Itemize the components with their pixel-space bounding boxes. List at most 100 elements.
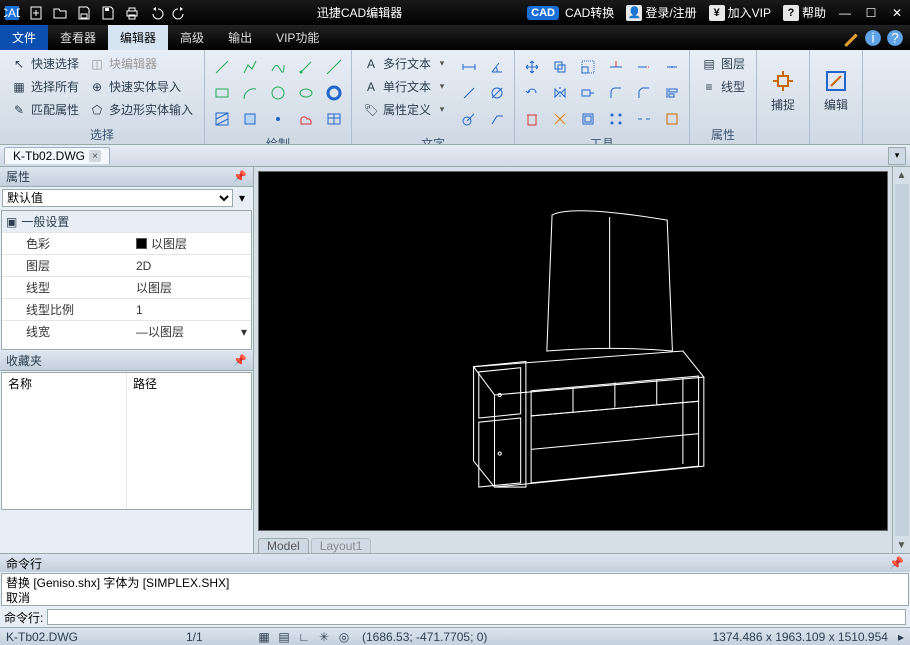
maximize-button[interactable]: ☐ xyxy=(858,2,884,24)
drawing-canvas[interactable] xyxy=(258,171,888,531)
menu-editor[interactable]: 编辑器 xyxy=(108,25,168,50)
explode-icon[interactable] xyxy=(549,108,571,130)
layout-tab[interactable]: Layout1 xyxy=(311,538,372,553)
help-link[interactable]: ?帮助 xyxy=(777,4,832,21)
property-category-general[interactable]: ▣一般设置 xyxy=(2,211,251,232)
quick-select-button[interactable]: ↖快速选择 xyxy=(6,52,84,75)
block-tool-icon[interactable] xyxy=(661,108,683,130)
model-tab[interactable]: Model xyxy=(258,538,309,553)
dim-angle-icon[interactable] xyxy=(486,56,508,78)
close-tab-icon[interactable]: × xyxy=(89,150,101,162)
leader-icon[interactable] xyxy=(486,108,508,130)
scroll-down-icon[interactable]: ▼ xyxy=(894,537,910,553)
attdef-button[interactable]: 🏷属性定义▾ xyxy=(358,98,454,121)
arc-icon[interactable] xyxy=(239,82,261,104)
spline-icon[interactable] xyxy=(267,56,289,78)
ray-icon[interactable] xyxy=(295,56,317,78)
prop-row-linetype[interactable]: 线型以图层 xyxy=(2,276,251,298)
menu-file[interactable]: 文件 xyxy=(0,25,48,50)
ellipse-icon[interactable] xyxy=(295,82,317,104)
extend-icon[interactable] xyxy=(633,56,655,78)
layer-button[interactable]: ▤图层 xyxy=(696,52,750,75)
menu-viewer[interactable]: 查看器 xyxy=(48,25,108,50)
scroll-up-icon[interactable]: ▲ xyxy=(894,167,910,183)
circle-icon[interactable] xyxy=(267,82,289,104)
grid-toggle-icon[interactable]: ▤ xyxy=(276,630,292,644)
dim-radius-icon[interactable] xyxy=(458,108,480,130)
menu-output[interactable]: 输出 xyxy=(216,25,264,50)
login-link[interactable]: 👤登录/注册 xyxy=(620,4,702,21)
pin-icon[interactable]: 📌 xyxy=(233,170,247,183)
open-icon[interactable] xyxy=(49,2,71,24)
close-button[interactable]: ✕ xyxy=(884,2,910,24)
property-selector[interactable]: 默认值 xyxy=(2,189,233,207)
app-logo-icon[interactable]: CAD xyxy=(1,2,23,24)
save-as-icon[interactable] xyxy=(97,2,119,24)
chamfer-icon[interactable] xyxy=(633,82,655,104)
mirror-icon[interactable] xyxy=(549,82,571,104)
redo-icon[interactable] xyxy=(169,2,191,24)
menu-advanced[interactable]: 高级 xyxy=(168,25,216,50)
command-log[interactable]: 替换 [Geniso.shx] 字体为 [SIMPLEX.SHX] 取消 xyxy=(1,573,909,606)
vip-link[interactable]: ¥加入VIP xyxy=(703,4,777,21)
help-icon[interactable]: ? xyxy=(886,29,904,47)
polar-toggle-icon[interactable]: ✳ xyxy=(316,630,332,644)
mtext-button[interactable]: A多行文本▾ xyxy=(358,52,454,75)
rotate-icon[interactable] xyxy=(521,82,543,104)
cloud-icon[interactable] xyxy=(295,108,317,130)
join-icon[interactable] xyxy=(661,56,683,78)
print-icon[interactable] xyxy=(121,2,143,24)
trim-icon[interactable] xyxy=(605,56,627,78)
array-icon[interactable] xyxy=(605,108,627,130)
offset-icon[interactable] xyxy=(577,108,599,130)
snap-toggle-icon[interactable]: ▦ xyxy=(256,630,272,644)
prop-row-layer[interactable]: 图层2D xyxy=(2,254,251,276)
dim-aligned-icon[interactable] xyxy=(458,82,480,104)
info-icon[interactable]: i xyxy=(864,29,882,47)
pin-icon[interactable]: 📌 xyxy=(889,556,904,570)
pencil-ruler-icon[interactable] xyxy=(842,29,860,47)
break-icon[interactable] xyxy=(633,108,655,130)
copy-icon[interactable] xyxy=(549,56,571,78)
dim-diameter-icon[interactable] xyxy=(486,82,508,104)
region-icon[interactable] xyxy=(239,108,261,130)
scroll-track[interactable] xyxy=(895,184,909,536)
new-icon[interactable] xyxy=(25,2,47,24)
align-icon[interactable] xyxy=(661,82,683,104)
pin-icon[interactable]: 📌 xyxy=(233,354,247,367)
prop-row-lineweight[interactable]: 线宽—以图层▾ xyxy=(2,320,251,342)
line-icon[interactable] xyxy=(211,56,233,78)
ortho-toggle-icon[interactable]: ∟ xyxy=(296,630,312,644)
match-prop-button[interactable]: ✎匹配属性 xyxy=(6,98,84,121)
property-dropdown-icon[interactable]: ▾ xyxy=(233,191,251,205)
xline-icon[interactable] xyxy=(323,56,345,78)
command-input[interactable] xyxy=(47,609,906,625)
save-icon[interactable] xyxy=(73,2,95,24)
scale-icon[interactable] xyxy=(577,56,599,78)
move-icon[interactable] xyxy=(521,56,543,78)
linetype-button[interactable]: ≡线型 xyxy=(696,75,750,98)
tabs-dropdown-icon[interactable]: ▾ xyxy=(888,147,906,165)
polyline-icon[interactable] xyxy=(239,56,261,78)
prop-row-linescale[interactable]: 线型比例1 xyxy=(2,298,251,320)
undo-icon[interactable] xyxy=(145,2,167,24)
point-icon[interactable] xyxy=(267,108,289,130)
fillet-icon[interactable] xyxy=(605,82,627,104)
rect-icon[interactable] xyxy=(211,82,233,104)
hatch-icon[interactable] xyxy=(211,108,233,130)
menu-vip[interactable]: VIP功能 xyxy=(264,25,331,50)
vertical-scrollbar[interactable]: ▲ ▼ xyxy=(892,167,910,553)
dim-linear-icon[interactable] xyxy=(458,56,480,78)
cad-convert-link[interactable]: CAD转换 xyxy=(559,4,620,21)
donut-icon[interactable] xyxy=(323,82,345,104)
select-all-button[interactable]: ▦选择所有 xyxy=(6,75,84,98)
erase-icon[interactable] xyxy=(521,108,543,130)
document-tab[interactable]: K-Tb02.DWG × xyxy=(4,147,110,164)
table-icon[interactable] xyxy=(323,108,345,130)
polygon-solid-input-button[interactable]: ⬠多边形实体输入 xyxy=(84,98,198,121)
osnap-toggle-icon[interactable]: ◎ xyxy=(336,630,352,644)
minimize-button[interactable]: — xyxy=(832,2,858,24)
capture-button[interactable]: 捕捉 xyxy=(763,52,803,128)
edit-button[interactable]: 编辑 xyxy=(816,52,856,128)
status-arrow-icon[interactable]: ▸ xyxy=(898,630,904,644)
